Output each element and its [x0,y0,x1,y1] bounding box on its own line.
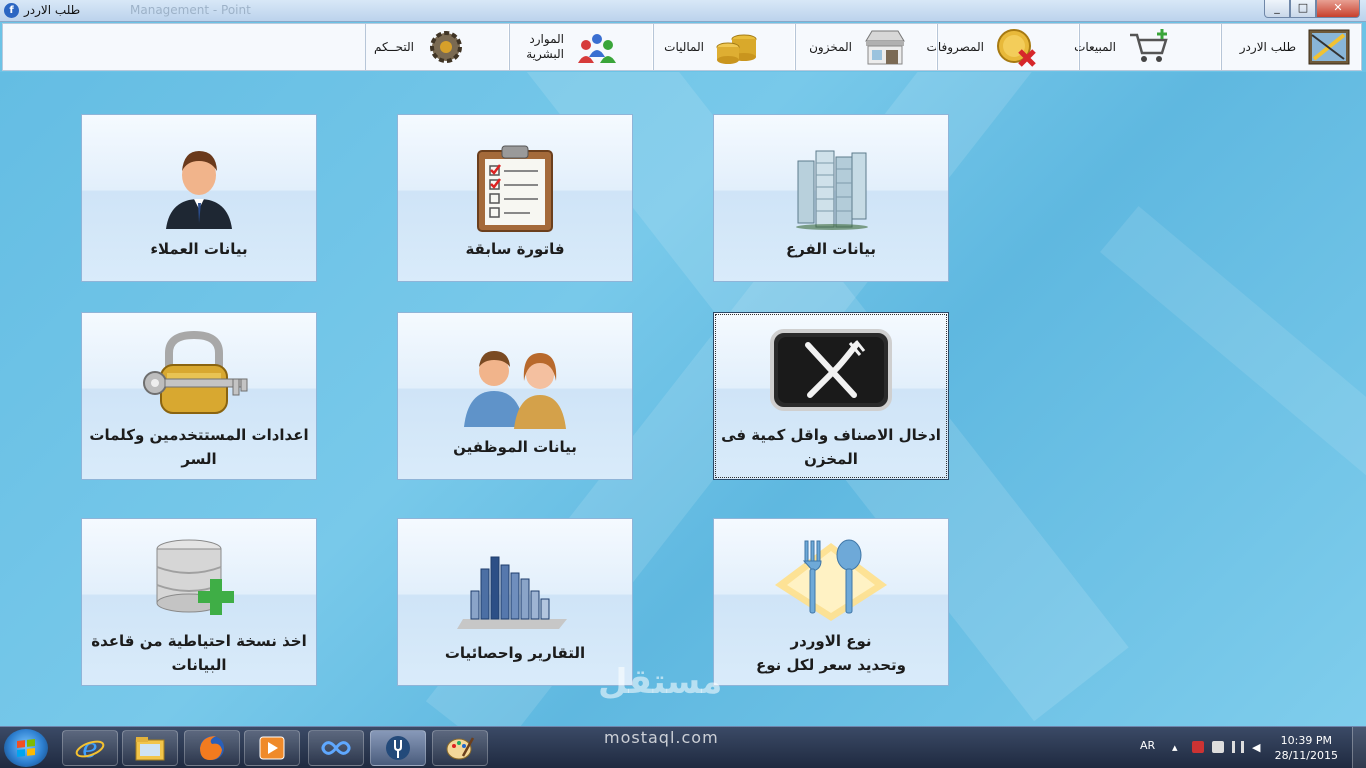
svg-text:e: e [82,734,97,763]
shopping-cart-icon [1126,27,1172,67]
window-controls: _ □ ✕ [1264,0,1360,18]
infinity-icon [321,741,351,755]
tray-arrow-icon[interactable]: ▴ [1172,741,1184,754]
clock-time: 10:39 PM [1280,734,1332,747]
start-button[interactable] [4,729,48,767]
fork-knife-icon [770,329,892,411]
tile-backup[interactable]: اخذ نسخة احتياطية من قاعدة البيانات [81,518,317,686]
show-desktop-button[interactable] [1352,727,1366,768]
menu-item-label: الموارد البشرية [526,32,564,61]
tile-label: اخذ نسخة احتياطية من قاعدة البيانات [91,632,307,674]
taskbar-current-app[interactable] [370,730,426,766]
menu-item-label: المخزون [809,39,852,54]
network-icon[interactable] [1232,741,1244,753]
firefox-icon [200,736,224,760]
taskbar-internet-explorer[interactable]: e [62,730,118,766]
taskbar-paint[interactable] [432,730,488,766]
tile-items-entry[interactable]: ادخال الاصناف واقل كمية فى المخزن [713,312,949,480]
menu-item-sales[interactable]: المبيعات [1074,24,1221,70]
customer-icon [154,143,244,233]
clock[interactable]: 10:39 PM 28/11/2015 [1275,733,1338,763]
people-icon [574,27,620,67]
watermark-logo: مستقل [598,662,723,702]
menu-item-label: التحــكم [373,39,414,54]
app-icon: f [4,3,19,18]
title-bar: f طلب الاردر Management - Point _ □ ✕ [0,0,1366,22]
order-pencil-icon [1306,27,1352,67]
menu-item-inventory[interactable]: المخزون [795,24,937,70]
tile-label: فاتورة سابقة [465,240,565,258]
internet-explorer-icon: e [75,734,105,763]
database-add-icon [144,535,254,625]
tile-branch[interactable]: بيانات الفرع [713,114,949,282]
device-icon[interactable] [1212,741,1224,753]
menu-item-finance[interactable]: الماليات [653,24,795,70]
tile-order-type[interactable]: نوع الاوردر وتحديد سعر لكل نوع [713,518,949,686]
app-fork-icon [386,736,410,760]
window-ghost-title: Management - Point [130,3,251,17]
fork-spoon-icon [771,535,891,625]
employees-icon [450,341,580,431]
clock-date: 28/11/2015 [1274,749,1338,762]
close-button[interactable]: ✕ [1316,0,1360,18]
tile-previous-invoice[interactable]: فاتورة سابقة [397,114,633,282]
store-icon [862,27,908,67]
taskbar-media-player[interactable] [244,730,300,766]
system-tray: AR ▴ ◀ 10:39 PM 28/11/2015 [1116,727,1366,768]
taskbar-firefox[interactable] [184,730,240,766]
tile-label: التقارير واحصائيات [444,644,586,662]
paint-icon [446,737,475,760]
buildings-icon [786,143,876,233]
window-title: طلب الاردر [24,3,81,17]
menu-item-control[interactable]: التحــكم [365,24,509,70]
background-stripe [1100,206,1366,702]
tile-label: بيانات العملاء [150,240,248,258]
taskbar-infinity-app[interactable] [308,730,364,766]
tile-label: نوع الاوردر وتحديد سعر لكل نوع [756,632,906,674]
menu-item-order[interactable]: طلب الاردر [1221,24,1361,70]
windows-logo-icon [17,739,35,757]
bar-chart-icon [455,547,575,637]
tile-label: ادخال الاصناف واقل كمية فى المخزن [721,426,941,468]
tile-reports[interactable]: التقارير واحصائيات [397,518,633,686]
tile-label: بيانات الفرع [785,240,877,258]
minimize-button[interactable]: _ [1264,0,1290,18]
menu-item-expenses[interactable]: المصروفات [927,24,1079,70]
volume-icon[interactable]: ◀ [1252,741,1264,754]
clipboard-icon [470,143,560,233]
main-menu-bar: طلب الاردر المبيعات المصروفات المخزون ال… [2,23,1362,71]
maximize-button[interactable]: □ [1290,0,1316,18]
media-player-icon [259,736,285,760]
menu-item-label: المبيعات [1074,39,1116,54]
menu-item-hr[interactable]: الموارد البشرية [509,24,653,70]
tile-user-settings[interactable]: اعدادات المستتخدمين وكلمات السر [81,312,317,480]
lock-key-icon [143,329,248,419]
coins-icon [714,27,760,67]
menu-item-label: طلب الاردر [1239,39,1296,54]
tile-employees[interactable]: بيانات الموظفين [397,312,633,480]
expense-coin-icon [994,27,1040,67]
tile-customers[interactable]: بيانات العملاء [81,114,317,282]
tile-label: اعدادات المستتخدمين وكلمات السر [89,426,309,468]
folder-icon [135,737,165,761]
watermark-text: mostaql.com [604,728,719,747]
taskbar-explorer[interactable] [122,730,178,766]
gear-icon [424,27,470,67]
main-panel: بيانات العملاء فاتورة سابقة بيانات الفرع… [0,72,1366,726]
language-indicator[interactable]: AR [1140,739,1155,752]
flag-icon[interactable] [1192,741,1204,753]
menu-item-label: الماليات [664,39,704,54]
tile-label: بيانات الموظفين [453,438,577,456]
